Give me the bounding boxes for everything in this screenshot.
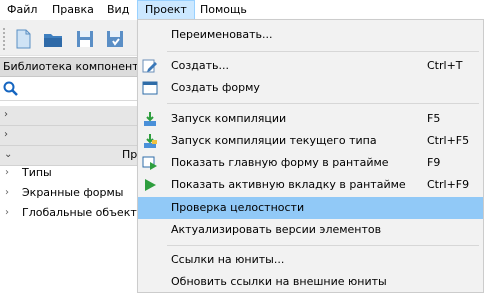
edit-icon	[142, 58, 158, 74]
tree-item-types[interactable]: › Типы	[0, 163, 140, 183]
save-as-icon[interactable]	[104, 28, 126, 50]
menu-separator	[167, 245, 479, 246]
compile-icon	[142, 111, 158, 127]
menu-item-unit-links[interactable]: Ссылки на юниты...	[138, 249, 483, 271]
expand-arrow-icon[interactable]: ›	[5, 203, 9, 223]
project-menu-dropdown: Переименовать... Создать... Ctrl+T Созда…	[137, 19, 484, 293]
menu-item-shortcut: F5	[427, 112, 441, 125]
menu-item-run-active-tab[interactable]: Показать активную вкладку в рантайме Ctr…	[138, 174, 483, 196]
menu-item-label: Показать главную форму в рантайме	[171, 156, 389, 169]
new-doc-icon[interactable]	[12, 28, 34, 50]
expand-arrow-icon[interactable]: ›	[5, 183, 9, 203]
menu-separator	[167, 103, 479, 104]
menu-separator	[167, 51, 479, 52]
chevron-down-icon: ⌄	[4, 149, 13, 160]
menu-item-compile[interactable]: Запуск компиляции F5	[138, 108, 483, 130]
run-form-icon	[142, 155, 158, 171]
menu-item-label: Показать активную вкладку в рантайме	[171, 178, 406, 191]
tree-item-label: Глобальные объекты	[22, 206, 140, 219]
tree-item-global-objects[interactable]: › Глобальные объекты	[0, 203, 140, 223]
menu-item-label: Создать...	[171, 59, 229, 72]
component-library-title: Библиотека компонентов	[0, 57, 140, 77]
open-folder-icon[interactable]	[42, 28, 64, 50]
collapsed-section-2[interactable]: ›	[0, 126, 140, 146]
collapsed-section-1[interactable]: ›	[0, 106, 140, 126]
menu-item-shortcut: Ctrl+F9	[427, 178, 470, 191]
section-label: Пр	[122, 148, 138, 161]
menu-item-label: Создать форму	[171, 81, 260, 94]
menu-item-compile-type[interactable]: Запуск компиляции текущего типа Ctrl+F5	[138, 130, 483, 152]
menu-item-shortcut: Ctrl+F5	[427, 134, 470, 147]
tree-item-label: Экранные формы	[22, 186, 124, 199]
menu-item-label: Актуализировать версии элементов	[171, 223, 382, 236]
menu-item-shortcut: Ctrl+T	[427, 59, 463, 72]
menu-item-label: Ссылки на юниты...	[171, 253, 285, 266]
menu-edit[interactable]: Правка	[45, 0, 101, 20]
menu-item-label: Запуск компиляции текущего типа	[171, 134, 377, 147]
menu-item-label: Обновить ссылки на внешние юниты	[171, 275, 387, 288]
search-icon[interactable]	[3, 81, 19, 97]
menu-file[interactable]: Файл	[0, 0, 44, 20]
menu-item-label: Проверка целостности	[171, 201, 305, 214]
menu-item-label: Переименовать...	[171, 28, 273, 41]
component-search[interactable]	[0, 77, 140, 101]
menu-item-rename[interactable]: Переименовать...	[138, 24, 483, 46]
menu-help[interactable]: Помощь	[193, 0, 254, 20]
menu-item-update-versions[interactable]: Актуализировать версии элементов	[138, 219, 483, 241]
run-tab-icon	[142, 177, 158, 193]
menu-item-run-main-form[interactable]: Показать главную форму в рантайме F9	[138, 152, 483, 174]
compile-type-icon	[142, 133, 158, 149]
menu-item-integrity-check[interactable]: Проверка целостности	[138, 197, 483, 219]
menu-item-refresh-external-links[interactable]: Обновить ссылки на внешние юниты	[138, 271, 483, 293]
chevron-right-icon: ›	[4, 109, 8, 120]
menu-item-create-form[interactable]: Создать форму	[138, 77, 483, 99]
form-icon	[142, 80, 158, 96]
menu-item-create[interactable]: Создать... Ctrl+T	[138, 55, 483, 77]
tree-item-screen-forms[interactable]: › Экранные формы	[0, 183, 140, 203]
menu-item-label: Запуск компиляции	[171, 112, 287, 125]
toolbar	[0, 20, 140, 56]
expand-arrow-icon[interactable]: ›	[5, 163, 9, 183]
menu-view[interactable]: Вид	[100, 0, 136, 20]
menu-bar: Файл Правка Вид Проект Помощь	[0, 0, 484, 20]
chevron-right-icon: ›	[4, 129, 8, 140]
tree-item-label: Типы	[22, 166, 52, 179]
menu-project[interactable]: Проект	[137, 0, 195, 20]
toolbar-grip[interactable]	[3, 28, 6, 50]
save-icon[interactable]	[74, 28, 96, 50]
menu-item-shortcut: F9	[427, 156, 441, 169]
